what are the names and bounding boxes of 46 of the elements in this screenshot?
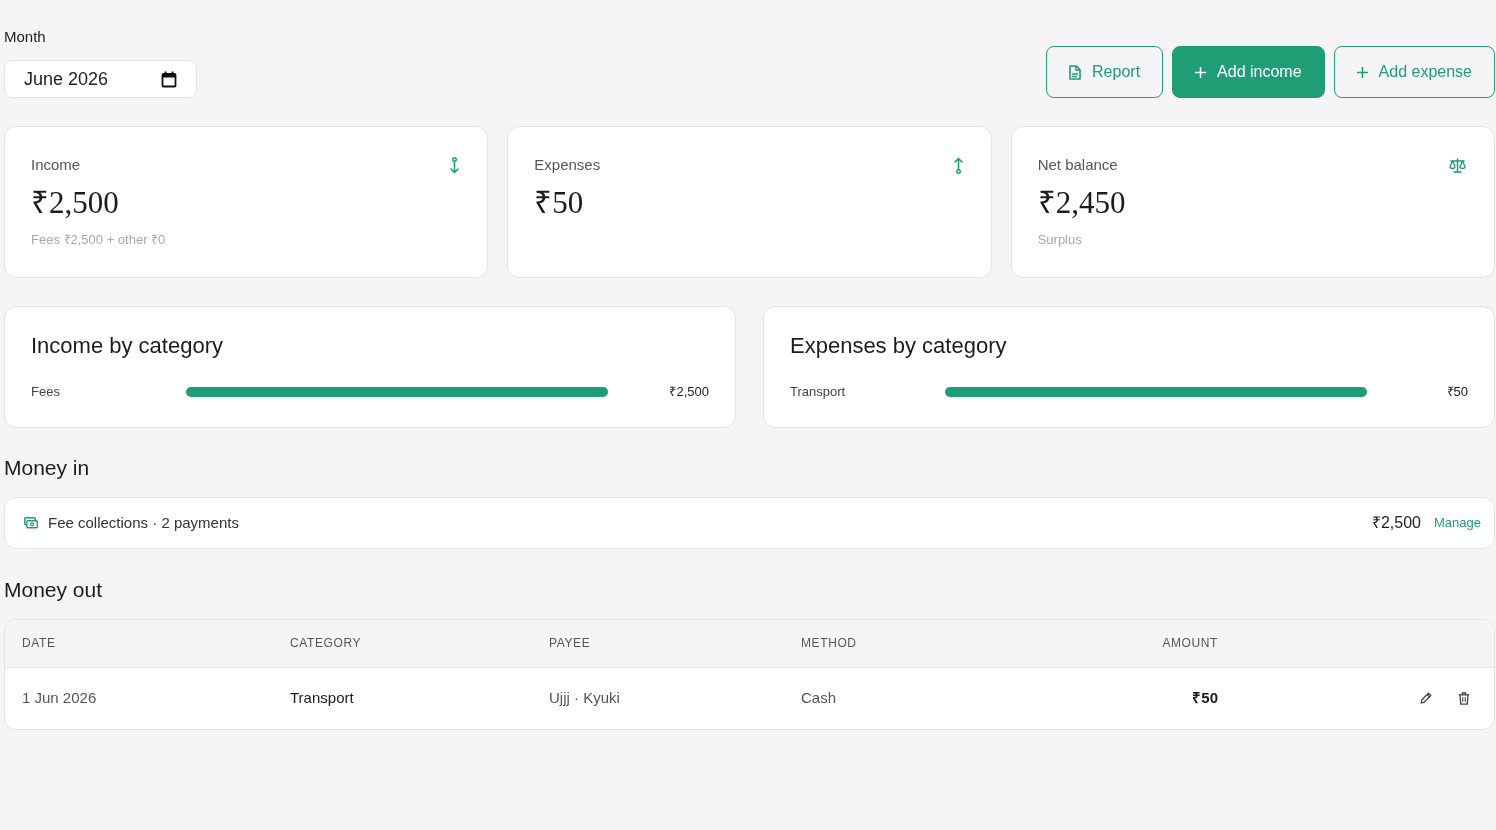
calendar-icon (161, 71, 177, 88)
stat-amount: ₹50 (534, 184, 584, 222)
category-amount: ₹50 (1445, 383, 1468, 401)
section-heading: Money in (4, 455, 90, 481)
manage-link[interactable]: Manage (1434, 513, 1481, 533)
scales-icon (1449, 157, 1466, 173)
table-cell: Cash (784, 667, 1135, 729)
section-heading: Money out (4, 577, 103, 603)
column-header: DATE (5, 620, 273, 667)
stat-amount: ₹2,500 (31, 184, 119, 222)
edit-button[interactable] (1420, 691, 1432, 705)
table-cell: Transport (273, 667, 532, 729)
plus-icon (1356, 66, 1368, 78)
stat-note: Surplus (1037, 231, 1082, 249)
cash-icon (24, 517, 38, 529)
column-header: CATEGORY (273, 620, 532, 667)
plus-icon (1195, 66, 1207, 78)
add-button[interactable]: Add expense (1333, 46, 1495, 98)
arrow-down-icon (450, 156, 460, 174)
table-cell: 1 Jun 2026 (5, 667, 273, 729)
row-amount: ₹2,500 (1371, 513, 1421, 533)
stat-label: Expenses (534, 155, 601, 175)
category-name: Transport (790, 383, 847, 401)
file-icon (1069, 64, 1082, 80)
add-button[interactable]: Add income (1172, 46, 1325, 98)
stat-note: Fees ₹2,500 + other ₹0 (31, 231, 166, 249)
row-label: Fee collections · 2 payments (48, 512, 239, 533)
trash-icon (1458, 691, 1470, 705)
delete-button[interactable] (1458, 691, 1470, 705)
table-cell: Ujjj · Kyuki (532, 667, 784, 729)
arrow-up-icon (953, 156, 963, 174)
column-header: PAYEE (532, 620, 784, 667)
report-button[interactable]: Report (1046, 46, 1164, 98)
stat-label: Income (31, 155, 81, 175)
stat-label: Net balance (1037, 155, 1118, 175)
category-name: Fees (31, 383, 61, 401)
table-cell: ₹50 (1135, 667, 1235, 729)
field-label: Month (4, 28, 46, 46)
pencil-icon (1420, 691, 1432, 704)
category-amount: ₹2,500 (668, 383, 709, 401)
stat-amount: ₹2,450 (1037, 184, 1126, 222)
card-title: Income by category (31, 332, 224, 360)
column-header: AMOUNT (1135, 620, 1235, 667)
month-field[interactable]: June 2026 (4, 60, 197, 98)
column-header: METHOD (784, 620, 1135, 667)
card-title: Expenses by category (790, 332, 1008, 360)
